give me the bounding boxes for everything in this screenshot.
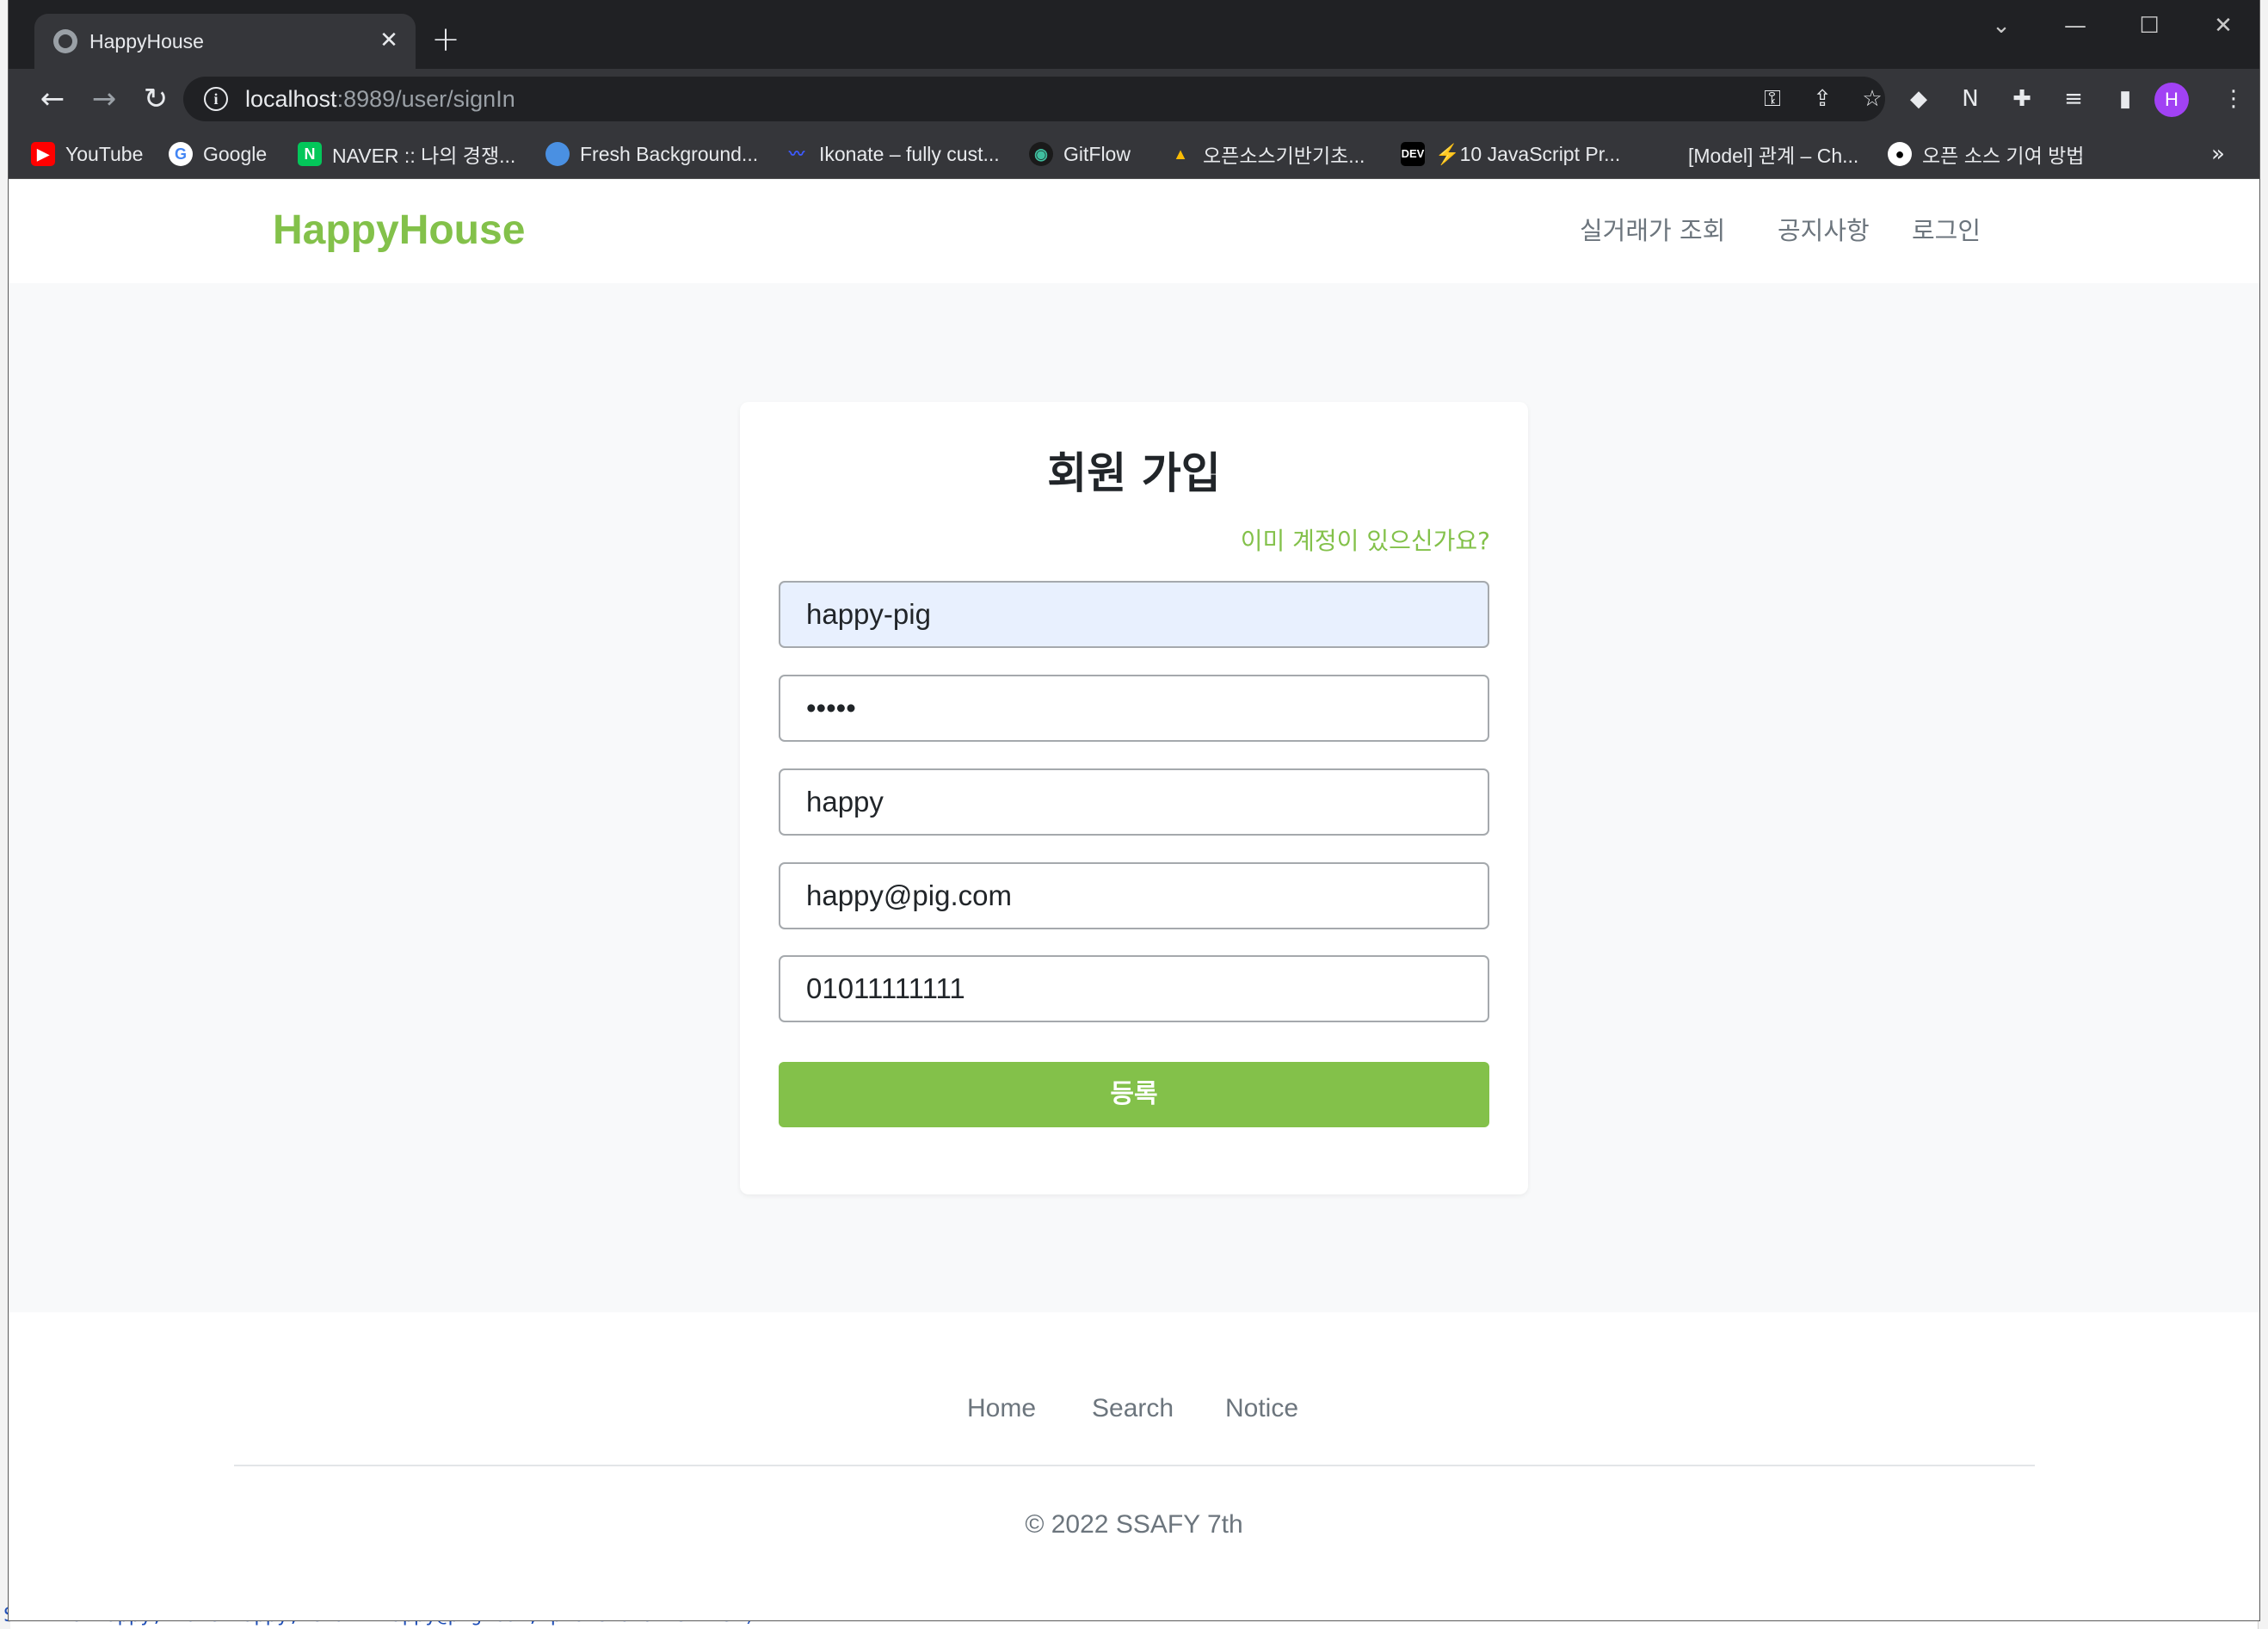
extension-diamond-icon[interactable]: ◆ xyxy=(1903,83,1934,114)
close-tab-icon[interactable]: ✕ xyxy=(374,26,404,55)
brand-logo[interactable]: HappyHouse xyxy=(273,206,525,256)
naver-icon: N xyxy=(298,142,322,166)
site-info-icon[interactable]: i xyxy=(204,87,228,111)
fresh-background-icon xyxy=(545,142,570,166)
back-arrow-icon[interactable]: ← xyxy=(33,79,72,119)
bookmark-opensource-course[interactable]: ▲ 오픈소스기반기초... xyxy=(1168,138,1365,170)
bookmark-gitflow[interactable]: ◉ GitFlow xyxy=(1029,138,1131,170)
active-tab[interactable]: HappyHouse ✕ xyxy=(34,14,416,69)
youtube-icon: ▶ xyxy=(31,142,55,166)
github-icon: ● xyxy=(1888,142,1912,166)
forward-arrow-icon[interactable]: → xyxy=(84,79,124,119)
footer-link-home[interactable]: Home xyxy=(967,1391,1036,1426)
media-control-icon[interactable]: ≡ xyxy=(2058,83,2089,114)
nav-link-login[interactable]: 로그인 xyxy=(1912,214,1981,247)
new-tab-button[interactable]: + xyxy=(427,21,465,59)
phone-field[interactable]: 01011111111 xyxy=(779,955,1489,1022)
profile-avatar[interactable]: H xyxy=(2154,83,2189,117)
close-window-button[interactable]: ✕ xyxy=(2197,9,2249,43)
bookmark-opensource-contribution[interactable]: ● 오픈 소스 기여 방법 xyxy=(1888,138,2084,170)
nav-link-notice[interactable]: 공지사항 xyxy=(1778,214,1870,247)
page-viewport: HappyHouse 실거래가 조회 공지사항 로그인 회원 가입 이미 계정이… xyxy=(9,180,2259,1620)
bookmark-dev-javascript[interactable]: DEV ⚡10 JavaScript Pr... xyxy=(1401,138,1620,170)
nav-link-real-price[interactable]: 실거래가 조회 xyxy=(1580,214,1725,247)
dev-icon: DEV xyxy=(1401,142,1425,166)
blank-page-icon xyxy=(1654,142,1678,166)
bookmark-fresh-background[interactable]: Fresh Background... xyxy=(545,138,758,170)
google-icon: G xyxy=(169,142,193,166)
tab-title: HappyHouse xyxy=(89,30,204,52)
extensions-puzzle-icon[interactable]: ✚ xyxy=(2006,83,2037,114)
bookmark-google[interactable]: G Google xyxy=(169,138,267,170)
browser-window: HappyHouse ✕ + ⌄ — ☐ ✕ ← → ↻ i localhost… xyxy=(9,0,2259,1620)
address-bar[interactable]: i localhost:8989/user/signIn ⚿ ⇪ ☆ xyxy=(183,77,1885,121)
signup-card: 회원 가입 이미 계정이 있으신가요? happy-pig ••••• happ… xyxy=(740,402,1528,1194)
share-icon[interactable]: ⇪ xyxy=(1808,84,1837,114)
footer-divider xyxy=(234,1465,2035,1466)
notion-extension-icon[interactable]: N xyxy=(1955,83,1986,114)
footer-link-search[interactable]: Search xyxy=(1092,1391,1174,1426)
footer-link-notice[interactable]: Notice xyxy=(1225,1391,1298,1426)
already-have-account-link[interactable]: 이미 계정이 있으신가요? xyxy=(1241,525,1490,558)
menu-kebab-icon[interactable]: ⋮ xyxy=(2218,83,2249,114)
register-button[interactable]: 등록 xyxy=(779,1062,1489,1127)
key-icon[interactable]: ⚿ xyxy=(1758,84,1787,114)
side-panel-icon[interactable]: ▮ xyxy=(2110,83,2141,114)
password-field[interactable]: ••••• xyxy=(779,675,1489,742)
tab-strip: HappyHouse ✕ + ⌄ — ☐ ✕ xyxy=(9,0,2259,69)
maximize-button[interactable]: ☐ xyxy=(2123,9,2175,43)
email-field[interactable]: happy@pig.com xyxy=(779,862,1489,929)
minimize-button[interactable]: — xyxy=(2049,9,2101,43)
gitflow-icon: ◉ xyxy=(1029,142,1053,166)
browser-toolbar: ← → ↻ i localhost:8989/user/signIn ⚿ ⇪ ☆… xyxy=(9,69,2259,129)
globe-icon xyxy=(53,29,77,53)
site-footer: Home Search Notice © 2022 SSAFY 7th xyxy=(9,1312,2259,1620)
user-id-field[interactable]: happy-pig xyxy=(779,581,1489,648)
bookmark-ikonate[interactable]: 〰 Ikonate – fully cust... xyxy=(785,138,1000,170)
tab-search-icon[interactable]: ⌄ xyxy=(1975,9,2027,43)
name-field[interactable]: happy xyxy=(779,768,1489,836)
bookmarks-bar: ▶ YouTube G Google N NAVER :: 나의 경쟁... F… xyxy=(9,129,2259,179)
site-header: HappyHouse 실거래가 조회 공지사항 로그인 xyxy=(9,180,2259,283)
bookmark-model-relation[interactable]: [Model] 관계 – Ch... xyxy=(1654,138,1858,170)
url-text[interactable]: localhost:8989/user/signIn xyxy=(245,84,515,114)
copyright-text: © 2022 SSAFY 7th xyxy=(1025,1510,1243,1539)
bookmark-naver[interactable]: N NAVER :: 나의 경쟁... xyxy=(298,138,515,170)
page-title: 회원 가입 xyxy=(1047,448,1221,498)
ikonate-icon: 〰 xyxy=(789,145,804,163)
bookmark-star-icon[interactable]: ☆ xyxy=(1858,84,1887,114)
reload-icon[interactable]: ↻ xyxy=(136,79,176,119)
google-drive-icon: ▲ xyxy=(1173,145,1188,163)
bookmarks-overflow-icon[interactable]: » xyxy=(2211,138,2225,170)
bookmark-youtube[interactable]: ▶ YouTube xyxy=(31,138,143,170)
